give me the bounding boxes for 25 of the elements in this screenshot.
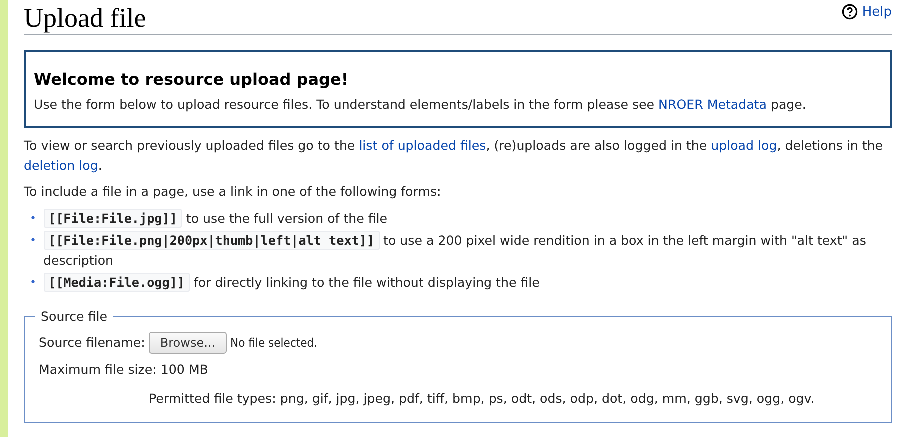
- bullet: •: [30, 274, 36, 290]
- permitted-types-text: Permitted file types: png, gif, jpg, jpeg, pdf, tiff, bmp, ps, odt, ods, odp, dot, odg, mm, ggb, svg, ogg, ogv.: [148, 390, 816, 406]
- list-item-text: [[Media:File.ogg]] for directly linking to the file without displaying the file: [44, 272, 540, 292]
- code-snippet: [[File:File.png|200px|thumb|left|alt text]]: [44, 230, 380, 250]
- paragraph: To include a file in a page, use a link in one of the following forms:: [24, 183, 442, 201]
- list-item-text: [[File:File.jpg]] to use the full version of the file: [44, 208, 388, 228]
- bullet: •: [30, 232, 36, 248]
- code-snippet: [[File:File.jpg]]: [44, 208, 182, 228]
- paragraph: To view or search previously uploaded files go to the list of uploaded files, (re)uploads are also logged in the upload log, deletions in the deletion log.: [24, 137, 884, 175]
- link[interactable]: upload log: [711, 138, 778, 153]
- help-icon: [842, 4, 858, 20]
- link[interactable]: deletion log: [24, 158, 98, 172]
- bullet: •: [30, 210, 36, 226]
- browse-button[interactable]: Browse...: [149, 332, 227, 354]
- code-snippet: [[Media:File.ogg]]: [44, 272, 190, 292]
- notice-heading: Welcome to resource upload page!: [34, 70, 350, 89]
- page-title: Upload file: [24, 2, 146, 34]
- field-label: Source filename:: [39, 335, 146, 350]
- link[interactable]: NROER Metadata: [658, 97, 767, 112]
- link[interactable]: list of uploaded files: [359, 138, 486, 153]
- file-status: No file selected.: [230, 336, 318, 350]
- notice-text: Use the form below to upload resource files. To understand elements/labels in the form please see NROER Metadata page.: [34, 97, 808, 112]
- help-link[interactable]: Help: [842, 4, 892, 20]
- max-size-text: Maximum file size: 100 MB: [39, 362, 210, 376]
- fieldset-legend: Source file: [35, 308, 114, 324]
